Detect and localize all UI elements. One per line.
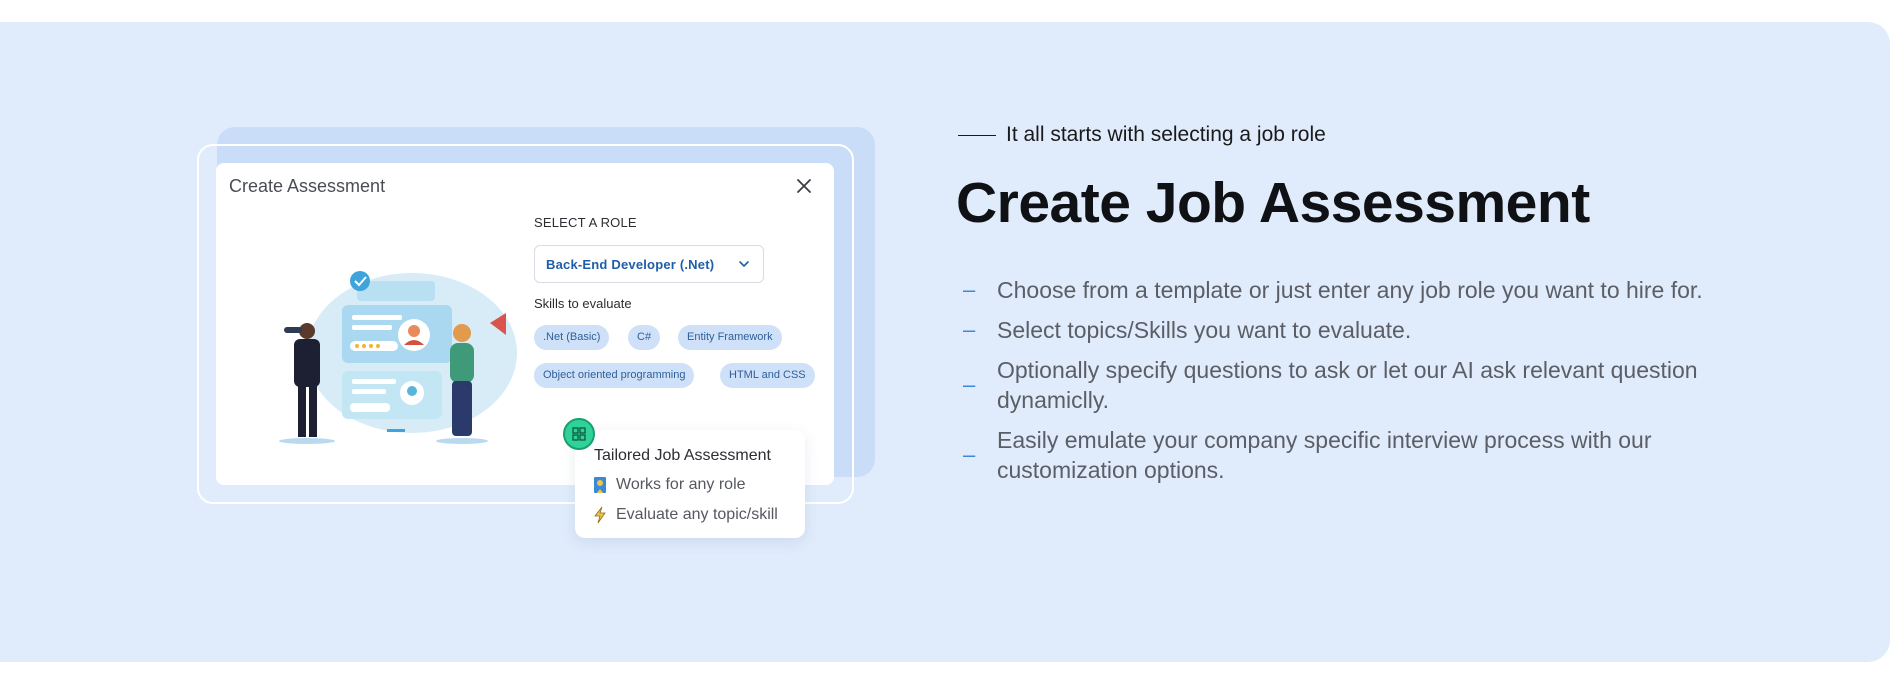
tooltip-title: Tailored Job Assessment [594, 447, 771, 464]
modal-title: Create Assessment [229, 176, 386, 196]
list-item-text: Easily emulate your company specific int… [997, 427, 1652, 483]
lightning-icon [594, 506, 606, 524]
skill-chip[interactable]: Object oriented programming [534, 363, 695, 388]
feature-list: – Choose from a template or just enter an… [960, 275, 1760, 495]
select-role-label: SELECT A ROLE [534, 215, 637, 230]
page-title: Create Job Assessment [956, 171, 1590, 235]
skill-chip[interactable]: HTML and CSS [720, 363, 815, 388]
eyebrow: It all starts with selecting a job role [958, 123, 1326, 147]
tooltip-row: Evaluate any topic/skill [592, 506, 778, 524]
skill-chip[interactable]: C# [628, 325, 661, 350]
dash-icon: – [963, 317, 976, 342]
list-item: – Choose from a template or just enter an… [960, 275, 1760, 305]
dash-icon: – [963, 442, 976, 467]
list-item: – Easily emulate your company specific in… [960, 425, 1760, 485]
eyebrow-text: It all starts with selecting a job role [1006, 123, 1326, 146]
chevron-down-icon [739, 261, 749, 268]
list-item: – Optionally specify questions to ask or … [960, 355, 1760, 415]
role-select-value: Back-End Developer (.Net) [546, 256, 715, 272]
list-item: – Select topics/Skills you want to evalua… [960, 315, 1760, 345]
close-icon[interactable] [794, 176, 814, 196]
skill-chip[interactable]: Entity Framework [678, 325, 782, 350]
dash-icon: – [963, 277, 976, 302]
eyebrow-line [958, 134, 996, 136]
hiring-illustration [279, 271, 517, 444]
list-item-text: Choose from a template or just enter any… [997, 277, 1703, 303]
tooltip-row-label: Evaluate any topic/skill [616, 506, 778, 523]
feature-tooltip: Tailored Job Assessment Works for any ro… [575, 430, 805, 538]
badge-icon [594, 477, 606, 493]
role-select[interactable]: Back-End Developer (.Net) [534, 245, 764, 283]
tooltip-row: Works for any role [592, 476, 746, 494]
list-item-text: Optionally specify questions to ask or l… [997, 357, 1698, 413]
list-item-text: Select topics/Skills you want to evaluat… [997, 317, 1412, 343]
skill-chip[interactable]: .Net (Basic) [534, 325, 610, 350]
grid-icon [563, 418, 595, 450]
dash-icon: – [963, 372, 976, 397]
skills-label: Skills to evaluate [534, 296, 632, 311]
tooltip-row-label: Works for any role [616, 476, 746, 493]
